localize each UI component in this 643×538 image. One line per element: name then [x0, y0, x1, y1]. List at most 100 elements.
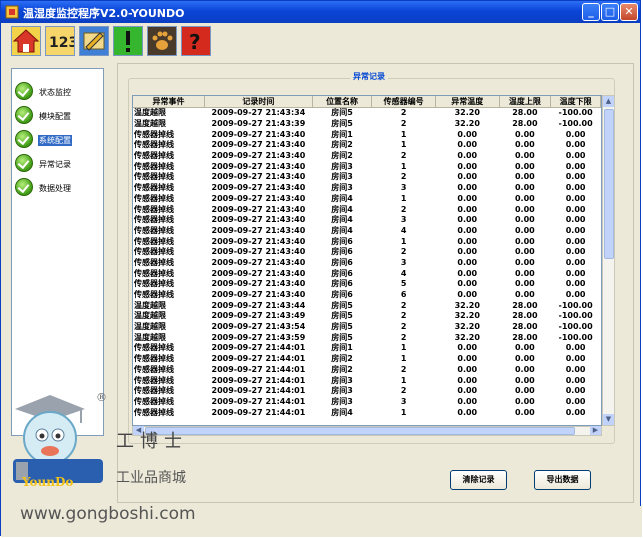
sidebar-item-exception-log[interactable]: 异常记录 — [15, 154, 102, 176]
check-icon — [15, 154, 33, 172]
cell-location: 房间4 — [331, 204, 353, 214]
mall-watermark: 工业品商城 — [116, 470, 186, 486]
cell-time: 2009-09-27 21:43:40 — [211, 225, 306, 235]
table-row[interactable]: 传感器掉线 2009-09-27 21:43:40 房间2 1 0.00 0.00 0.00 — [133, 140, 601, 151]
cell-sensor-id: 2 — [400, 332, 407, 342]
cell-event: 温度越限 — [134, 311, 166, 321]
alert-button[interactable] — [113, 26, 143, 56]
table-row[interactable]: 传感器掉线 2009-09-27 21:43:40 房间6 6 0.00 0.00 0.00 — [133, 290, 601, 301]
table-row[interactable]: 传感器掉线 2009-09-27 21:44:01 房间4 1 0.00 0.00 0.00 — [133, 407, 601, 418]
cell-time: 2009-09-27 21:43:40 — [211, 279, 306, 289]
table-row[interactable]: 传感器掉线 2009-09-27 21:43:40 房间6 5 0.00 0.00 0.00 — [133, 279, 601, 290]
table-row[interactable]: 温度越限 2009-09-27 21:43:44 房间5 2 32.20 28.00 -10… — [133, 300, 601, 311]
cell-temp-lower: -100.00 — [558, 119, 593, 129]
clear-records-button[interactable]: 清除记录 — [450, 470, 507, 490]
cell-abnormal-temp: 0.00 — [457, 396, 478, 406]
cell-sensor-id: 2 — [400, 108, 407, 118]
cell-event: 传感器掉线 — [134, 354, 174, 364]
help-button[interactable]: ? — [181, 26, 211, 56]
scroll-up-arrow[interactable]: ▲ — [603, 96, 614, 107]
cell-abnormal-temp: 0.00 — [457, 225, 478, 235]
cell-sensor-id: 1 — [400, 193, 407, 203]
table-row[interactable]: 传感器掉线 2009-09-27 21:43:40 房间4 4 0.00 0.00 0.00 — [133, 226, 601, 237]
scroll-right-arrow[interactable]: ▶ — [590, 426, 601, 435]
table-row[interactable]: 传感器掉线 2009-09-27 21:44:01 房间3 1 0.00 0.00 0.00 — [133, 375, 601, 386]
cell-time: 2009-09-27 21:44:01 — [211, 343, 306, 353]
paw-button[interactable] — [147, 26, 177, 56]
column-header-event[interactable]: 异常事件 — [133, 96, 206, 108]
svg-text:123: 123 — [49, 35, 74, 51]
cell-temp-lower: 0.00 — [565, 247, 586, 257]
table-row[interactable]: 传感器掉线 2009-09-27 21:43:40 房间6 3 0.00 0.00 0.00 — [133, 258, 601, 269]
cell-abnormal-temp: 0.00 — [457, 140, 478, 150]
table-row[interactable]: 传感器掉线 2009-09-27 21:43:40 房间6 1 0.00 0.00 0.00 — [133, 236, 601, 247]
close-button[interactable]: ✕ — [620, 3, 638, 21]
edit-button[interactable] — [79, 26, 109, 56]
table-row[interactable]: 传感器掉线 2009-09-27 21:43:40 房间3 3 0.00 0.00 0.00 — [133, 183, 601, 194]
cell-temp-upper: 28.00 — [512, 332, 538, 342]
column-header-temp-upper[interactable]: 温度上限 — [499, 96, 552, 108]
cell-event: 传感器掉线 — [134, 204, 174, 214]
scroll-down-arrow[interactable]: ▼ — [603, 414, 614, 425]
table-row[interactable]: 传感器掉线 2009-09-27 21:43:40 房间1 1 0.00 0.00 0.00 — [133, 129, 601, 140]
table-row[interactable]: 温度越限 2009-09-27 21:43:54 房间5 2 32.20 28.00 -10… — [133, 322, 601, 333]
sidebar-item-data-processing[interactable]: 数据处理 — [15, 178, 102, 200]
export-data-button[interactable]: 导出数据 — [534, 470, 591, 490]
table-row[interactable]: 传感器掉线 2009-09-27 21:43:40 房间4 2 0.00 0.00 0.00 — [133, 204, 601, 215]
table-row[interactable]: 传感器掉线 2009-09-27 21:43:40 房间6 2 0.00 0.00 0.00 — [133, 247, 601, 258]
cell-event: 传感器掉线 — [134, 161, 174, 171]
maximize-button[interactable]: □ — [601, 3, 619, 21]
cell-sensor-id: 2 — [400, 364, 407, 374]
table-row[interactable]: 传感器掉线 2009-09-27 21:43:40 房间3 1 0.00 0.00 0.00 — [133, 161, 601, 172]
cell-temp-upper: 0.00 — [514, 364, 535, 374]
minimize-button[interactable]: _ — [582, 3, 600, 21]
table-row[interactable]: 温度越限 2009-09-27 21:43:39 房间5 2 32.20 28.00 -10… — [133, 119, 601, 130]
cell-temp-upper: 0.00 — [514, 161, 535, 171]
cell-event: 传感器掉线 — [134, 172, 174, 182]
cell-temp-lower: 0.00 — [565, 407, 586, 417]
sidebar-item-system-config[interactable]: 系统配置 — [15, 130, 102, 152]
cell-sensor-id: 3 — [400, 257, 407, 267]
table-row[interactable]: 传感器掉线 2009-09-27 21:43:40 房间4 1 0.00 0.00 0.00 — [133, 194, 601, 205]
cell-location: 房间3 — [331, 396, 353, 406]
table-row[interactable]: 传感器掉线 2009-09-27 21:43:40 房间4 3 0.00 0.00 0.00 — [133, 215, 601, 226]
cell-location: 房间5 — [331, 311, 353, 321]
column-header-time[interactable]: 记录时间 — [204, 96, 313, 108]
column-header-location[interactable]: 位置名称 — [312, 96, 373, 108]
counter-button[interactable]: 123 — [45, 26, 78, 56]
sidebar-item-status[interactable]: 状态监控 — [15, 82, 102, 104]
table-header-row: 异常事件 记录时间 位置名称 传感器编号 异常温度 温度上限 温度下限 — [133, 96, 601, 108]
table-row[interactable]: 传感器掉线 2009-09-27 21:44:01 房间2 2 0.00 0.00 0.00 — [133, 365, 601, 376]
table-row[interactable]: 传感器掉线 2009-09-27 21:44:01 房间1 1 0.00 0.00 0.00 — [133, 343, 601, 354]
sidebar-item-module-config[interactable]: 模块配置 — [15, 106, 102, 128]
vertical-scroll-thumb[interactable] — [604, 109, 614, 259]
cell-temp-upper: 0.00 — [514, 279, 535, 289]
column-header-temp-lower[interactable]: 温度下限 — [550, 96, 601, 108]
cell-location: 房间1 — [331, 129, 353, 139]
cell-event: 传感器掉线 — [134, 215, 174, 225]
cell-location: 房间5 — [331, 108, 353, 118]
table-row[interactable]: 传感器掉线 2009-09-27 21:44:01 房间3 3 0.00 0.00 0.00 — [133, 397, 601, 408]
cell-abnormal-temp: 0.00 — [457, 236, 478, 246]
cell-temp-lower: 0.00 — [565, 396, 586, 406]
table-row[interactable]: 温度越限 2009-09-27 21:43:34 房间5 2 32.20 28.00 -10… — [133, 108, 601, 119]
horizontal-scrollbar[interactable]: ◀ ▶ — [132, 426, 602, 436]
cell-location: 房间4 — [331, 225, 353, 235]
table-row[interactable]: 传感器掉线 2009-09-27 21:44:01 房间2 1 0.00 0.00 0.00 — [133, 354, 601, 365]
table-row[interactable]: 传感器掉线 2009-09-27 21:43:40 房间3 2 0.00 0.00 0.00 — [133, 172, 601, 183]
check-icon — [15, 130, 33, 148]
exception-table[interactable]: 异常事件 记录时间 位置名称 传感器编号 异常温度 温度上限 温度下限 温度越限… — [132, 95, 602, 426]
table-row[interactable]: 温度越限 2009-09-27 21:43:59 房间5 2 32.20 28.00 -10… — [133, 332, 601, 343]
column-header-sensor-id[interactable]: 传感器编号 — [371, 96, 436, 108]
table-row[interactable]: 传感器掉线 2009-09-27 21:44:01 房间3 2 0.00 0.00 0.00 — [133, 386, 601, 397]
horizontal-scroll-thumb[interactable] — [145, 427, 575, 435]
table-row[interactable]: 传感器掉线 2009-09-27 21:43:40 房间6 4 0.00 0.00 0.00 — [133, 268, 601, 279]
cell-sensor-id: 1 — [400, 161, 407, 171]
table-row[interactable]: 传感器掉线 2009-09-27 21:43:40 房间2 2 0.00 0.00 0.00 — [133, 151, 601, 162]
home-button[interactable] — [11, 26, 41, 56]
cell-event: 传感器掉线 — [134, 407, 174, 417]
vertical-scrollbar[interactable]: ▲ ▼ — [602, 95, 615, 426]
table-row[interactable]: 温度越限 2009-09-27 21:43:49 房间5 2 32.20 28.00 -10… — [133, 311, 601, 322]
column-header-abnormal-temp[interactable]: 异常温度 — [435, 96, 500, 108]
cell-abnormal-temp: 32.20 — [454, 332, 480, 342]
